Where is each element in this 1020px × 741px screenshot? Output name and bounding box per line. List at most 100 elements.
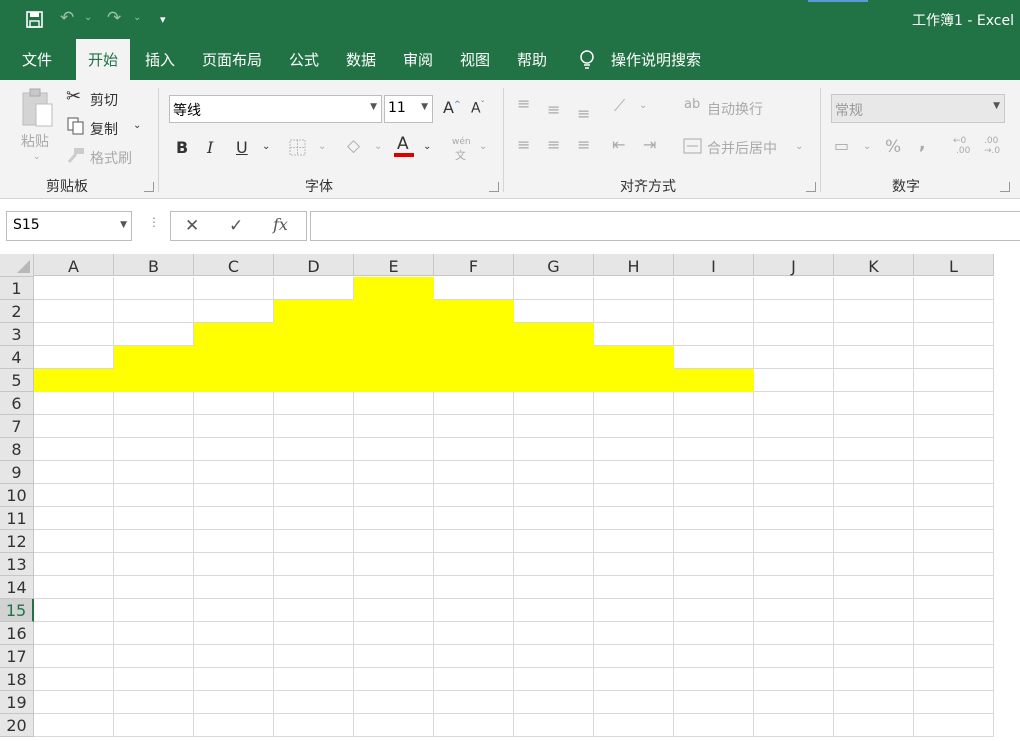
cell-h12[interactable]: [594, 530, 674, 553]
select-all-corner[interactable]: [0, 254, 34, 277]
cell-a10[interactable]: [34, 484, 114, 507]
cell-j2[interactable]: [754, 300, 834, 323]
cell-b3[interactable]: [114, 323, 194, 346]
cell-a13[interactable]: [34, 553, 114, 576]
cell-l14[interactable]: [914, 576, 994, 599]
cell-a16[interactable]: [34, 622, 114, 645]
cell-a3[interactable]: [34, 323, 114, 346]
save-icon[interactable]: [26, 11, 43, 28]
cell-k4[interactable]: [834, 346, 914, 369]
cell-f4[interactable]: [434, 346, 514, 369]
cell-c9[interactable]: [194, 461, 274, 484]
cell-c18[interactable]: [194, 668, 274, 691]
row-header-2[interactable]: 2: [0, 300, 34, 323]
align-center-icon[interactable]: ≡: [547, 135, 560, 154]
row-header-11[interactable]: 11: [0, 507, 34, 530]
cell-k8[interactable]: [834, 438, 914, 461]
cell-e1[interactable]: [354, 277, 434, 300]
cell-g11[interactable]: [514, 507, 594, 530]
cell-a15[interactable]: [34, 599, 114, 622]
cell-a12[interactable]: [34, 530, 114, 553]
underline-button[interactable]: U: [236, 138, 248, 157]
cell-b14[interactable]: [114, 576, 194, 599]
cell-b18[interactable]: [114, 668, 194, 691]
cell-d20[interactable]: [274, 714, 354, 737]
cell-a20[interactable]: [34, 714, 114, 737]
insert-function-icon[interactable]: fx: [273, 215, 288, 234]
align-left-icon[interactable]: ≡: [517, 135, 530, 154]
column-header-c[interactable]: C: [194, 254, 274, 276]
cell-b6[interactable]: [114, 392, 194, 415]
cell-f15[interactable]: [434, 599, 514, 622]
cell-e10[interactable]: [354, 484, 434, 507]
cell-k2[interactable]: [834, 300, 914, 323]
cell-j13[interactable]: [754, 553, 834, 576]
tab-data[interactable]: 数据: [337, 39, 385, 80]
column-header-g[interactable]: G: [514, 254, 594, 276]
row-header-10[interactable]: 10: [0, 484, 34, 507]
cell-g4[interactable]: [514, 346, 594, 369]
cell-h15[interactable]: [594, 599, 674, 622]
cell-b12[interactable]: [114, 530, 194, 553]
tell-me-search[interactable]: 操作说明搜索: [608, 39, 704, 80]
row-header-20[interactable]: 20: [0, 714, 34, 737]
cell-f9[interactable]: [434, 461, 514, 484]
cell-e16[interactable]: [354, 622, 434, 645]
cell-c5[interactable]: [194, 369, 274, 392]
cell-e4[interactable]: [354, 346, 434, 369]
column-header-j[interactable]: J: [754, 254, 834, 276]
cell-i17[interactable]: [674, 645, 754, 668]
cell-d2[interactable]: [274, 300, 354, 323]
format-painter-button[interactable]: 格式刷: [90, 148, 132, 168]
clipboard-launcher-icon[interactable]: launch: [144, 182, 154, 192]
cell-a18[interactable]: [34, 668, 114, 691]
column-header-d[interactable]: D: [274, 254, 354, 276]
name-box[interactable]: S15 ▼: [6, 211, 132, 241]
cell-e18[interactable]: [354, 668, 434, 691]
cell-l7[interactable]: [914, 415, 994, 438]
cell-k10[interactable]: [834, 484, 914, 507]
tab-insert[interactable]: 插入: [136, 39, 184, 80]
customize-qat-icon[interactable]: ▾: [160, 13, 166, 26]
cell-e3[interactable]: [354, 323, 434, 346]
paste-icon[interactable]: [20, 88, 54, 128]
alignment-launcher-icon[interactable]: launch: [806, 182, 816, 192]
cell-f12[interactable]: [434, 530, 514, 553]
cancel-icon[interactable]: ✕: [185, 216, 199, 236]
row-header-1[interactable]: 1: [0, 277, 34, 300]
row-header-7[interactable]: 7: [0, 415, 34, 438]
font-name-box[interactable]: 等线 ▼: [169, 95, 382, 123]
cell-k12[interactable]: [834, 530, 914, 553]
cell-k14[interactable]: [834, 576, 914, 599]
cell-b16[interactable]: [114, 622, 194, 645]
row-header-8[interactable]: 8: [0, 438, 34, 461]
cell-e20[interactable]: [354, 714, 434, 737]
cell-g2[interactable]: [514, 300, 594, 323]
cell-c17[interactable]: [194, 645, 274, 668]
cell-g20[interactable]: [514, 714, 594, 737]
cell-c12[interactable]: [194, 530, 274, 553]
cell-l2[interactable]: [914, 300, 994, 323]
cell-f10[interactable]: [434, 484, 514, 507]
cell-c8[interactable]: [194, 438, 274, 461]
cell-i4[interactable]: [674, 346, 754, 369]
cell-b1[interactable]: [114, 277, 194, 300]
phonetic-dropdown-icon[interactable]: ⌄: [479, 141, 487, 152]
row-header-12[interactable]: 12: [0, 530, 34, 553]
middle-align-icon[interactable]: ≡: [547, 100, 560, 119]
cell-j11[interactable]: [754, 507, 834, 530]
column-header-k[interactable]: K: [834, 254, 914, 276]
cell-k7[interactable]: [834, 415, 914, 438]
cell-k16[interactable]: [834, 622, 914, 645]
cell-i7[interactable]: [674, 415, 754, 438]
column-header-e[interactable]: E: [354, 254, 434, 276]
cell-d17[interactable]: [274, 645, 354, 668]
cell-b5[interactable]: [114, 369, 194, 392]
cell-e8[interactable]: [354, 438, 434, 461]
cell-l4[interactable]: [914, 346, 994, 369]
cell-l17[interactable]: [914, 645, 994, 668]
enter-icon[interactable]: ✓: [229, 216, 243, 236]
orientation-icon[interactable]: ⟋: [614, 96, 625, 116]
cell-j7[interactable]: [754, 415, 834, 438]
cell-j12[interactable]: [754, 530, 834, 553]
